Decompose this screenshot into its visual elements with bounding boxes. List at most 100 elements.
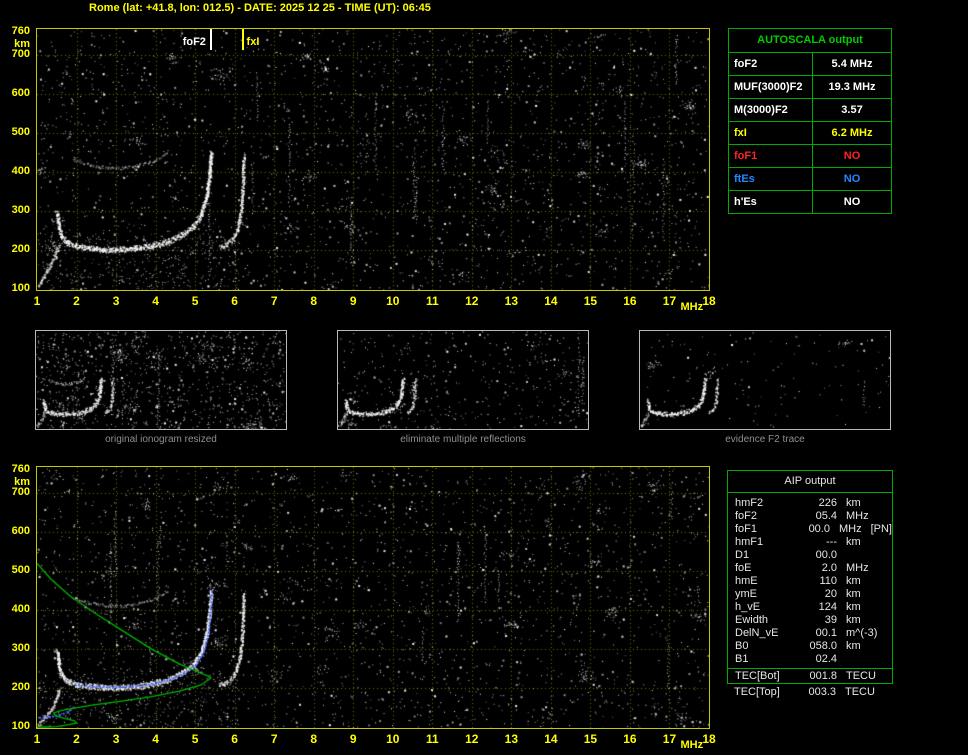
x-tick-label: 14 — [544, 294, 558, 308]
aip-table-rows: hmF2 226 km foF2 05.4 MHz foF1 00.0 MHz [PN] hmF1-… — [728, 492, 892, 668]
x-tick-label: 5 — [191, 294, 199, 308]
x-tick-label: 7 — [270, 294, 278, 308]
aip-row-unit: km — [846, 640, 861, 652]
thumb-evidence-f2 — [639, 330, 891, 430]
autoscala-screen: Rome (lat: +41.8, lon: 012.5) - DATE: 20… — [0, 0, 968, 755]
top-ionogram-canvas — [37, 29, 709, 290]
y-tick-label: 100 — [11, 282, 30, 294]
y-tick-label: 500 — [11, 126, 30, 139]
x-tick-label: 12 — [465, 732, 479, 746]
aip-row-unit: km — [846, 536, 861, 548]
aip-row-unit — [837, 549, 846, 562]
x-tick-label: 13 — [504, 294, 519, 308]
station-title: Rome (lat: +41.8, lon: 012.5) - DATE: 20… — [89, 2, 431, 14]
y-tick-label: 500 — [11, 564, 30, 577]
aip-row-label: hmE — [735, 575, 758, 587]
aip-row-label: DelN_vE — [735, 627, 779, 639]
y-tick-label: 700 — [11, 486, 30, 499]
aip-row-value: 39 — [824, 614, 837, 626]
aip-row-value: 001.8 — [809, 670, 837, 682]
aip-row-unit: km — [846, 497, 861, 509]
x-tick-label: 7 — [270, 732, 278, 746]
x-tick-label: 4 — [152, 294, 159, 308]
autoscala-row-value: NO — [843, 150, 861, 162]
aip-row-label: TEC[Top] — [734, 686, 780, 698]
marker-line-fxi — [241, 29, 244, 50]
aip-row-label: foE — [735, 562, 752, 574]
aip-box: AIP output hmF2 226 km foF2 05.4 MHz foF1 00.0 M… — [727, 470, 893, 684]
aip-row-value: 20 — [824, 588, 837, 600]
y-tick-label: 700 — [11, 48, 30, 61]
aip-row-value: 110 — [819, 575, 837, 587]
aip-row-unit: MHz — [846, 562, 869, 574]
aip-row-value: 00.0 — [808, 523, 830, 535]
x-tick-label: 15 — [583, 732, 598, 746]
x-tick-label: 11 — [425, 294, 439, 308]
autoscala-row-label: foF2 — [729, 53, 813, 75]
aip-row-yme: ymE 20 km — [728, 588, 892, 601]
aip-row-label: ymE — [735, 588, 757, 600]
aip-row-label: B0 — [735, 640, 749, 652]
aip-row-b1: B1 02.4 — [728, 653, 892, 666]
autoscala-row-value: 19.3 MHz — [828, 81, 876, 93]
autoscala-row-label: h'Es — [729, 191, 813, 213]
aip-row-hmf2: hmF2 226 km — [728, 497, 892, 510]
x-tick-label: 15 — [583, 294, 598, 308]
aip-row-label: foF2 — [735, 510, 758, 522]
top-ionogram-plot — [36, 28, 710, 291]
x-tick-label: 18 — [702, 732, 716, 746]
x-tick-label: 13 — [504, 732, 519, 746]
x-axis-unit: MHz — [680, 301, 704, 313]
thumb-caption-original: original ionogram resized — [105, 434, 217, 445]
x-tick-label: 9 — [349, 294, 357, 308]
x-tick-label: 17 — [662, 732, 677, 746]
autoscala-row-h-es: h'Es NO — [729, 190, 891, 213]
aip-row-label: foF1 — [735, 523, 758, 535]
y-tick-label: 300 — [11, 204, 30, 217]
y-tick-label: 400 — [11, 165, 30, 178]
aip-row-d1: D1 00.0 — [728, 549, 892, 562]
y-tick-label: 600 — [11, 525, 30, 538]
x-tick-label: 16 — [623, 294, 637, 308]
x-tick-label: 4 — [152, 732, 159, 746]
x-tick-label: 14 — [544, 732, 558, 746]
aip-row-label: TEC[Bot] — [735, 670, 780, 682]
autoscala-row-label: ftEs — [729, 168, 813, 190]
aip-row-tec-bot: TEC[Bot] 001.8 TECU — [728, 669, 892, 683]
x-tick-label: 10 — [386, 294, 400, 308]
x-tick-label: 11 — [425, 732, 439, 746]
aip-tec-bot-row: TEC[Bot] 001.8 TECU — [728, 669, 892, 683]
y-tick-label: 300 — [11, 642, 30, 655]
thumb-original-canvas — [36, 331, 286, 429]
aip-row-b0: B0 058.0 km — [728, 640, 892, 653]
aip-row-h-ve: h_vE 124 km — [728, 601, 892, 614]
aip-row-value: 003.3 — [808, 686, 836, 698]
x-tick-label: 16 — [623, 732, 637, 746]
x-tick-label: 1 — [33, 294, 41, 308]
y-tick-label: 200 — [11, 681, 30, 694]
aip-row-label: Ewidth — [735, 614, 769, 626]
aip-row-label: hmF1 — [735, 536, 764, 548]
aip-row-value: 00.0 — [815, 549, 837, 561]
aip-row-value: 058.0 — [809, 640, 837, 652]
aip-row-tec-top: TEC[Top] 003.3 TECU — [727, 686, 893, 699]
thumb-caption-evidence: evidence F2 trace — [725, 434, 805, 445]
aip-row-foe: foE 2.0 MHz — [728, 562, 892, 575]
autoscala-output-table: AUTOSCALA output foF2 5.4 MHz MUF(3000)F2 1… — [728, 28, 892, 214]
autoscala-row-value: 3.57 — [841, 104, 863, 116]
x-tick-label: 5 — [191, 732, 199, 746]
autoscala-row-fxi: fxI 6.2 MHz — [729, 121, 891, 144]
bottom-ionogram-plot — [36, 466, 710, 729]
x-tick-label: 6 — [231, 294, 238, 308]
autoscala-table-header: AUTOSCALA output — [757, 34, 863, 46]
aip-row-unit: km — [846, 601, 861, 613]
aip-tec-top-row: TEC[Top] 003.3 TECU — [727, 684, 893, 699]
autoscala-row-value: 6.2 MHz — [831, 127, 873, 139]
x-tick-label: 2 — [73, 294, 80, 308]
thumb-caption-eliminate: eliminate multiple reflections — [400, 434, 526, 445]
y-tick-label: 100 — [11, 720, 30, 732]
aip-row-label: hmF2 — [735, 497, 764, 509]
aip-row-value: 00.1 — [815, 627, 837, 639]
aip-row-ewidth: Ewidth 39 km — [728, 614, 892, 627]
aip-row-unit: TECU — [846, 670, 876, 682]
